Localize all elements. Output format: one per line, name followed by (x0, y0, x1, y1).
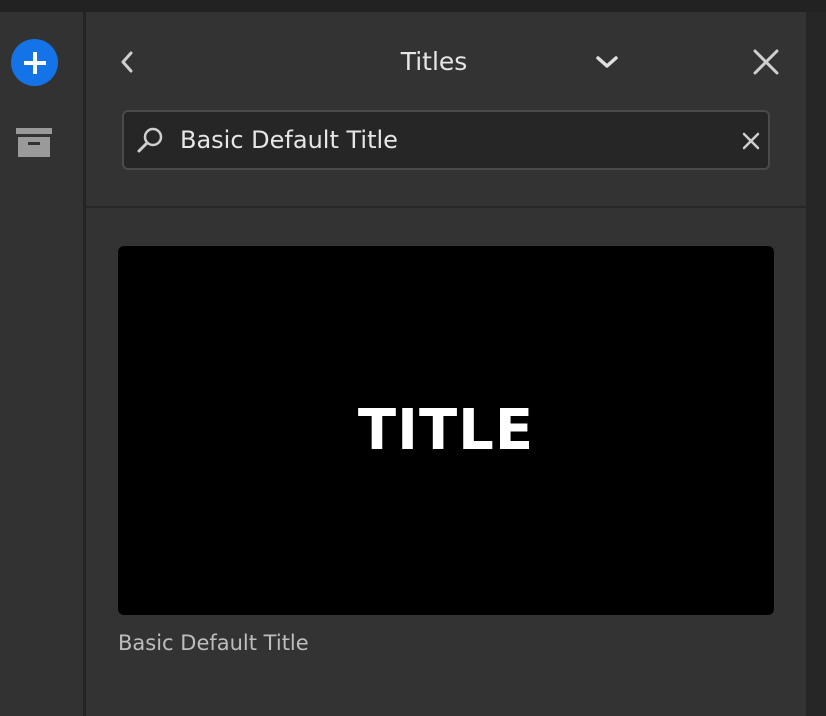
archive-icon (16, 128, 52, 157)
thumbnail-text: TITLE (357, 398, 535, 463)
plus-icon (23, 51, 46, 74)
panel-gutter (806, 12, 826, 716)
panel-title: Titles (400, 47, 468, 76)
search-icon (137, 127, 163, 153)
back-button[interactable] (110, 42, 144, 82)
chevron-left-icon (121, 51, 133, 73)
clear-search-button[interactable] (738, 128, 764, 154)
close-icon (753, 49, 779, 75)
clear-icon (742, 132, 760, 150)
add-button[interactable] (11, 39, 58, 86)
top-bar (0, 0, 826, 12)
search-box (122, 110, 770, 170)
search-input[interactable] (180, 120, 720, 160)
category-dropdown-button[interactable] (590, 44, 624, 80)
archive-button[interactable] (14, 125, 54, 161)
title-card-label: Basic Default Title (118, 631, 309, 655)
title-thumbnail[interactable]: TITLE (118, 246, 774, 615)
left-rail (0, 12, 86, 716)
header-divider (86, 206, 806, 208)
chevron-down-icon (596, 56, 618, 68)
close-panel-button[interactable] (746, 42, 786, 82)
